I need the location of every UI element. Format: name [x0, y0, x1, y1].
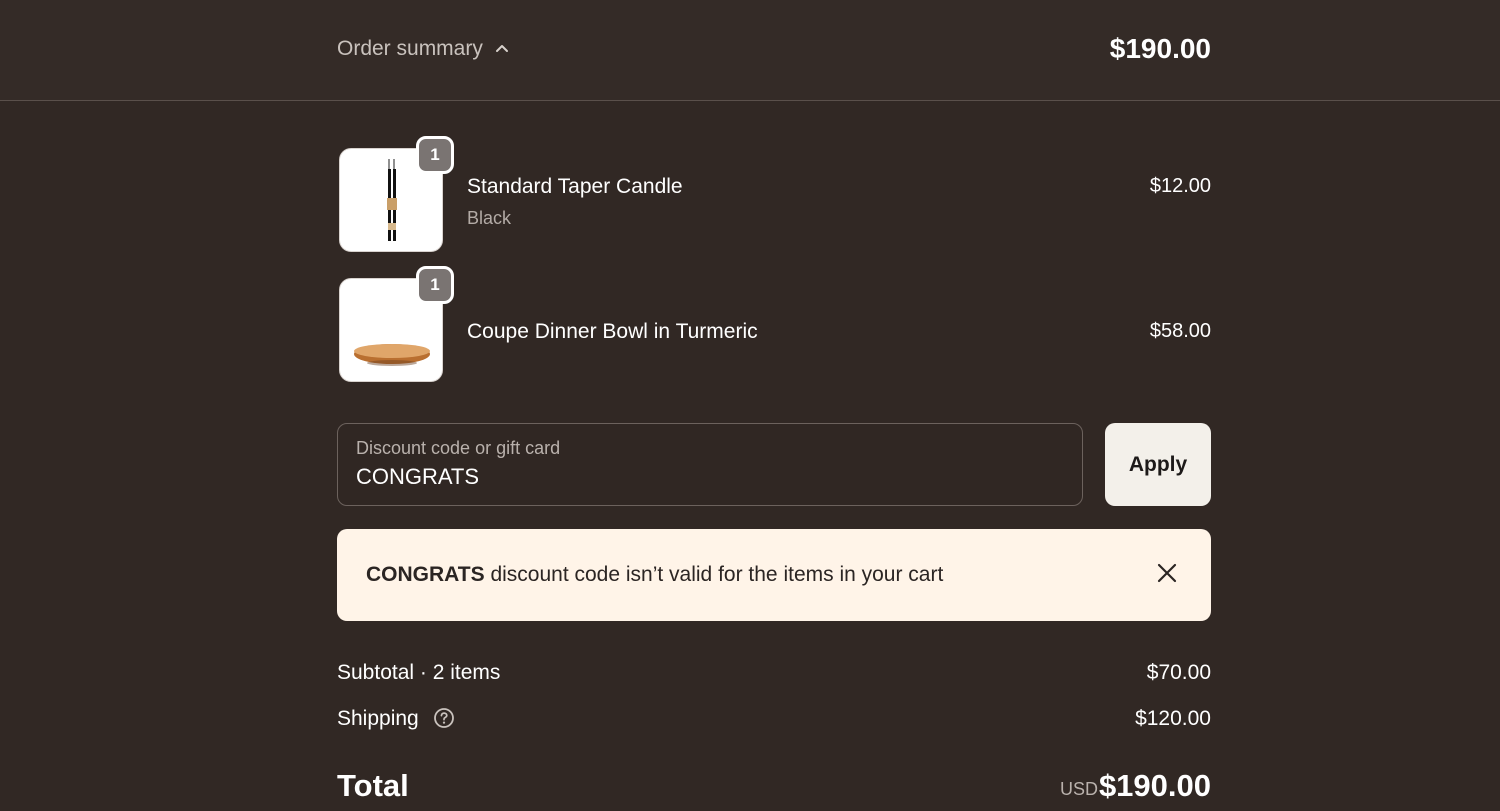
- apply-button[interactable]: Apply: [1105, 423, 1211, 506]
- item-price: $12.00: [1149, 175, 1211, 197]
- alert-text: discount code isn’t valid for the items …: [484, 563, 944, 586]
- quantity-badge: 1: [416, 266, 454, 304]
- item-name: Standard Taper Candle: [467, 175, 683, 198]
- discount-label: Discount code or gift card: [356, 438, 561, 458]
- subtotal-value: $70.00: [1146, 661, 1211, 684]
- discount-code-input[interactable]: Discount code or gift card CONGRATS: [337, 423, 1083, 506]
- alert-message: CONGRATS discount code isn’t valid for t…: [366, 563, 943, 587]
- discount-value: CONGRATS: [356, 464, 480, 489]
- quantity-badge: 1: [416, 136, 454, 174]
- close-icon[interactable]: [1155, 561, 1179, 585]
- order-summary-toggle[interactable]: Order summary: [337, 37, 511, 61]
- total-label: Total: [337, 768, 409, 803]
- total-currency: USD: [1059, 779, 1098, 799]
- order-summary-header: Order summary $190.00: [0, 0, 1500, 101]
- item-variant: Black: [467, 208, 512, 228]
- item-name: Coupe Dinner Bowl in Turmeric: [467, 320, 758, 343]
- header-total: $190.00: [1109, 33, 1211, 64]
- shipping-value: $120.00: [1135, 707, 1211, 730]
- shipping-label-wrap: Shipping: [337, 707, 455, 731]
- line-item: 1 Standard Taper Candle Black $12.00: [337, 136, 1211, 254]
- alert-code: CONGRATS: [366, 563, 485, 586]
- subtotal-label: Subtotal · 2 items: [337, 661, 501, 684]
- line-item: 1 Coupe Dinner Bowl in Turmeric $58.00: [337, 266, 1211, 384]
- chevron-up-icon: [495, 45, 508, 52]
- help-icon[interactable]: [433, 707, 455, 729]
- total-value: $190.00: [1098, 768, 1211, 803]
- item-price: $58.00: [1149, 320, 1211, 342]
- discount-error-alert: CONGRATS discount code isn’t valid for t…: [337, 529, 1211, 621]
- order-summary-label: Order summary: [337, 37, 483, 60]
- shipping-label: Shipping: [337, 707, 419, 730]
